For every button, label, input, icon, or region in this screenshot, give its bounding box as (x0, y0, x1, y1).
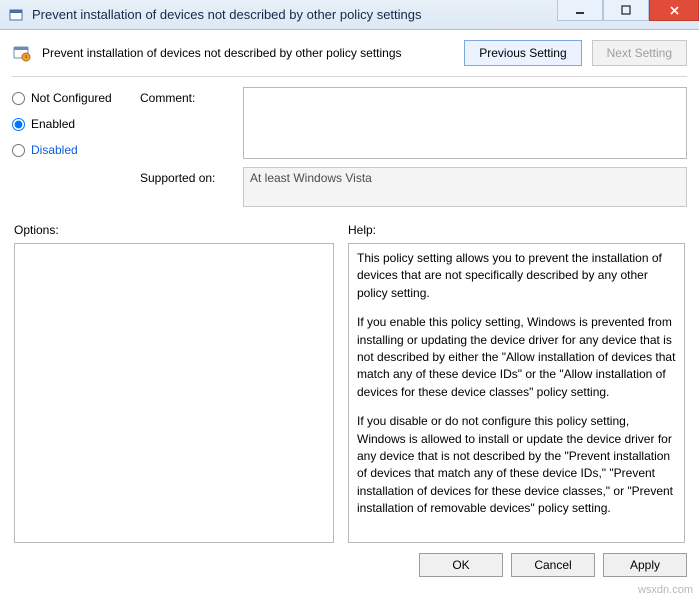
radio-not-configured[interactable]: Not Configured (12, 91, 132, 105)
policy-header: Prevent installation of devices not desc… (12, 40, 687, 66)
help-paragraph: If you disable or do not configure this … (357, 413, 676, 517)
apply-button[interactable]: Apply (603, 553, 687, 577)
close-button[interactable] (649, 0, 699, 21)
policy-name: Prevent installation of devices not desc… (42, 46, 454, 60)
policy-icon (12, 43, 32, 63)
maximize-button[interactable] (603, 0, 649, 21)
comment-label: Comment: (140, 87, 235, 159)
window-title: Prevent installation of devices not desc… (32, 7, 557, 22)
separator (12, 76, 687, 77)
supported-label: Supported on: (140, 167, 235, 207)
help-paragraph: If you enable this policy setting, Windo… (357, 314, 676, 401)
minimize-button[interactable] (557, 0, 603, 21)
window-icon (8, 7, 24, 23)
titlebar: Prevent installation of devices not desc… (0, 0, 699, 30)
help-label: Help: (348, 223, 685, 237)
state-radios: Not Configured Enabled Disabled (12, 87, 132, 159)
help-panel: This policy setting allows you to preven… (348, 243, 685, 543)
radio-enabled[interactable]: Enabled (12, 117, 132, 131)
help-paragraph: This policy setting allows you to preven… (357, 250, 676, 302)
dialog-buttons: OK Cancel Apply (0, 543, 699, 577)
comment-field[interactable] (243, 87, 687, 159)
next-setting-button[interactable]: Next Setting (592, 40, 687, 66)
cancel-button[interactable]: Cancel (511, 553, 595, 577)
watermark: wsxdn.com (638, 584, 693, 596)
radio-disabled[interactable]: Disabled (12, 143, 132, 157)
supported-on-field (243, 167, 687, 207)
options-panel (14, 243, 334, 543)
previous-setting-button[interactable]: Previous Setting (464, 40, 581, 66)
ok-button[interactable]: OK (419, 553, 503, 577)
options-label: Options: (14, 223, 334, 237)
